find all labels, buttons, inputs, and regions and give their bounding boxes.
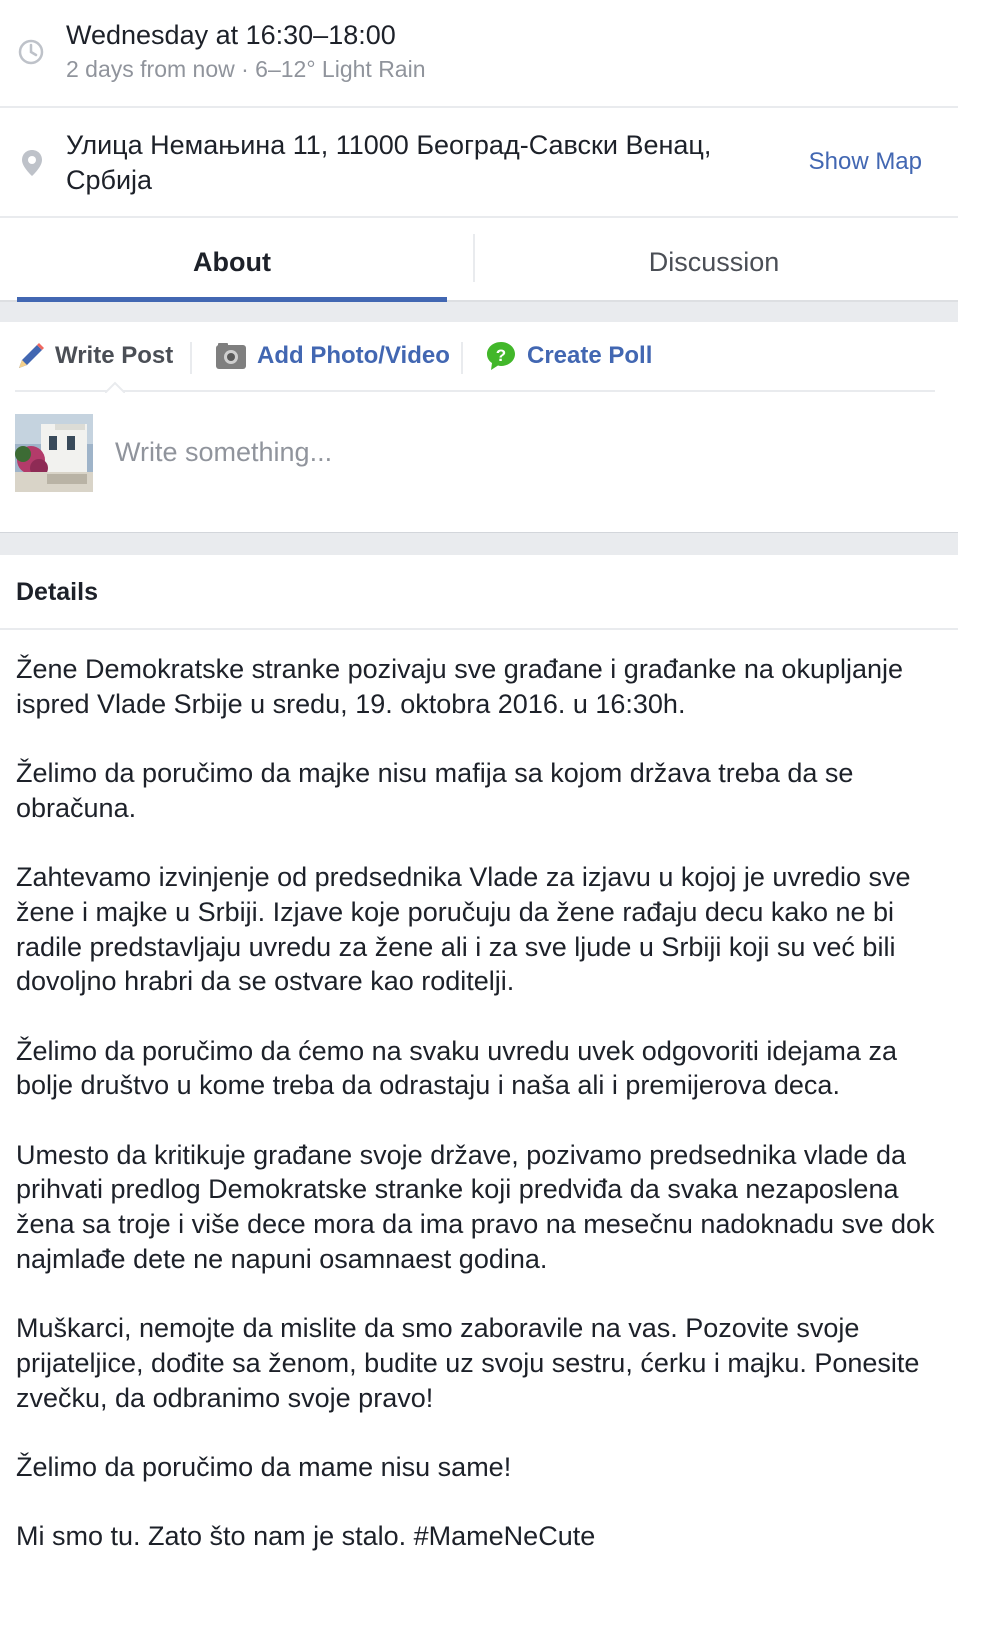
- details-title: Details: [16, 578, 98, 606]
- tab-discussion[interactable]: Discussion: [475, 218, 953, 300]
- clock-icon: [17, 38, 45, 66]
- page-margin: [958, 0, 1000, 1639]
- section-separator: [0, 302, 958, 322]
- event-time-subtitle: 2 days from now · 6–12° Light Rain: [66, 56, 426, 82]
- composer-actions: Write Post Add Photo/Video ? Create Poll: [15, 322, 935, 394]
- section-separator: [0, 532, 958, 555]
- details-header: Details: [0, 556, 958, 630]
- event-location-row: Улица Немањина 11, 11000 Београд-Савски …: [0, 108, 958, 218]
- svg-text:?: ?: [496, 346, 506, 365]
- action-divider: [461, 342, 463, 374]
- avatar: [15, 414, 93, 492]
- pencil-icon: [15, 340, 47, 379]
- poll-icon: ?: [485, 340, 517, 379]
- action-divider: [190, 342, 192, 374]
- add-photo-video-label: Add Photo/Video: [257, 342, 450, 369]
- details-paragraph: Želimo da poručimo da ćemo na svaku uvre…: [16, 1035, 897, 1101]
- details-paragraph: Želimo da poručimo da mame nisu same!: [16, 1452, 512, 1483]
- details-paragraph: Zahtevamo izvinjenje od predsednika Vlad…: [16, 862, 911, 997]
- details-paragraph: Želimo da poručimo da majke nisu mafija …: [16, 758, 854, 823]
- tab-about-label: About: [193, 247, 271, 277]
- write-post-label: Write Post: [55, 342, 174, 369]
- active-action-caret: [104, 380, 126, 394]
- camera-icon: [215, 342, 247, 377]
- tab-discussion-label: Discussion: [648, 247, 780, 277]
- map-pin-icon: [20, 148, 44, 178]
- show-map-link[interactable]: Show Map: [809, 148, 922, 176]
- write-something-input[interactable]: [115, 432, 915, 472]
- event-location: Улица Немањина 11, 11000 Београд-Савски …: [66, 130, 712, 195]
- details-body: Žene Demokratske stranke pozivaju sve gr…: [16, 652, 941, 1589]
- post-composer: Write Post Add Photo/Video ? Create Poll…: [0, 322, 958, 532]
- create-poll-label: Create Poll: [527, 342, 653, 369]
- event-tabs: About Discussion: [0, 218, 958, 302]
- event-page: Wednesday at 16:30–18:00 2 days from now…: [0, 0, 958, 1639]
- tab-about[interactable]: About: [17, 218, 447, 302]
- details-paragraph: Muškarci, nemojte da mislite da smo zabo…: [16, 1313, 920, 1413]
- event-time: Wednesday at 16:30–18:00: [66, 20, 396, 50]
- event-time-row: Wednesday at 16:30–18:00 2 days from now…: [0, 0, 958, 108]
- details-paragraph: Umesto da kritikuje građane svoje države…: [16, 1139, 935, 1274]
- details-paragraph: Mi smo tu. Zato što nam je stalo. #MameN…: [16, 1521, 596, 1552]
- details-paragraph: Žene Demokratske stranke pozivaju sve gr…: [16, 654, 904, 719]
